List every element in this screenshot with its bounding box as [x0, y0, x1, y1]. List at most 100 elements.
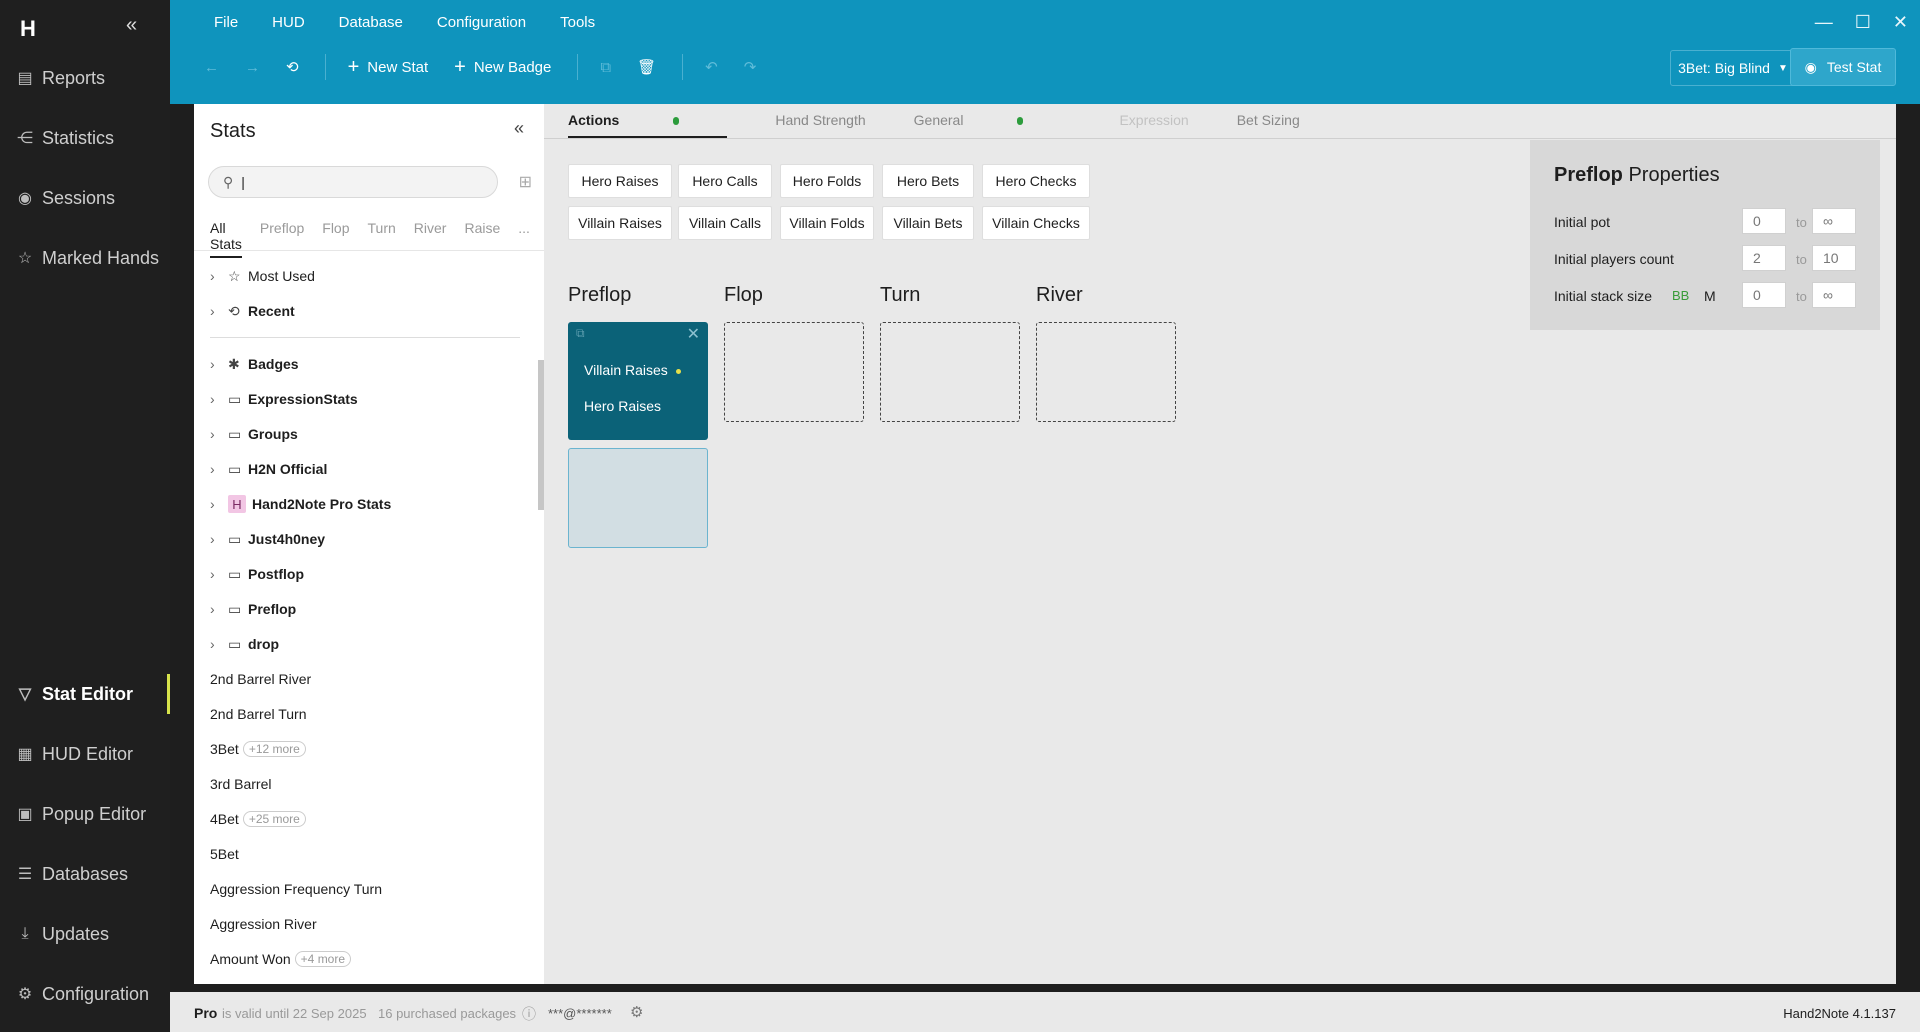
- tree-folder[interactable]: › ▭ Preflop: [210, 592, 296, 626]
- players-count-from-input[interactable]: 2: [1742, 245, 1786, 271]
- tree-folder[interactable]: › ✱ Badges: [210, 347, 299, 381]
- stat-selector-dropdown[interactable]: 3Bet: Big Blind ▼: [1670, 50, 1796, 86]
- maximize-icon[interactable]: ☐: [1855, 12, 1871, 33]
- stat-list-item[interactable]: Amount Won +4 more: [210, 942, 352, 976]
- nav-item-statistics[interactable]: ⋲ Statistics: [0, 118, 170, 158]
- stats-tree: › ☆ Most Used › ⟲ Recent › ✱ Badges › ▭ Expressi…: [194, 250, 544, 984]
- players-count-to-input[interactable]: 10: [1812, 245, 1856, 271]
- collapse-panel-icon[interactable]: «: [514, 118, 524, 139]
- nav-item-databases[interactable]: ☰ Databases: [0, 854, 170, 894]
- nav-item-marked-hands[interactable]: ☆ Marked Hands: [0, 238, 170, 278]
- hero-folds-button[interactable]: Hero Folds: [780, 164, 874, 198]
- villain-calls-button[interactable]: Villain Calls: [678, 206, 772, 240]
- villain-bets-button[interactable]: Villain Bets: [882, 206, 974, 240]
- stat-list-item[interactable]: Aggression River: [210, 907, 317, 941]
- tree-folder[interactable]: › ▭ Postflop: [210, 557, 304, 591]
- menu-tools[interactable]: Tools: [560, 14, 595, 31]
- test-stat-button[interactable]: ◉ Test Stat: [1790, 48, 1896, 86]
- nav-item-popup-editor[interactable]: ▣ Popup Editor: [0, 794, 170, 834]
- nav-item-sessions[interactable]: ◉ Sessions: [0, 178, 170, 218]
- sessions-icon: ◉: [18, 190, 32, 207]
- preflop-action-card[interactable]: ⧉ ✕ Villain Raises Hero Raises: [568, 322, 708, 440]
- stat-list-item[interactable]: Aggression Frequency Turn: [210, 872, 382, 906]
- hero-raises-button[interactable]: Hero Raises: [568, 164, 672, 198]
- hero-checks-button[interactable]: Hero Checks: [982, 164, 1090, 198]
- menu-configuration[interactable]: Configuration: [437, 14, 526, 31]
- stat-list-item[interactable]: 4Bet +25 more: [210, 802, 306, 836]
- stack-size-from-input[interactable]: 0: [1742, 282, 1786, 308]
- tree-folder[interactable]: › ▭ Groups: [210, 417, 298, 451]
- stat-list-item[interactable]: 2nd Barrel Turn: [210, 697, 307, 731]
- top-bar: File HUD Database Configuration Tools — …: [170, 0, 1920, 104]
- collapse-nav-icon[interactable]: «: [126, 14, 137, 37]
- initial-pot-from-input[interactable]: 0: [1742, 208, 1786, 234]
- hero-bets-button[interactable]: Hero Bets: [882, 164, 974, 198]
- tab-expression[interactable]: Expression: [1119, 112, 1188, 138]
- card-action[interactable]: Villain Raises: [584, 362, 681, 378]
- history-icon[interactable]: ⟲: [286, 58, 299, 76]
- initial-pot-to-input[interactable]: ∞: [1812, 208, 1856, 234]
- minimize-icon[interactable]: —: [1815, 12, 1833, 33]
- more-variants-badge[interactable]: +12 more: [242, 741, 306, 757]
- street-label-flop: Flop: [724, 284, 763, 306]
- turn-action-slot[interactable]: [880, 322, 1020, 422]
- forward-icon[interactable]: →: [245, 59, 260, 76]
- modified-dot-icon: [1017, 117, 1024, 126]
- hero-calls-button[interactable]: Hero Calls: [678, 164, 772, 198]
- nav-item-updates[interactable]: ⤓ Updates: [0, 914, 170, 954]
- menu-database[interactable]: Database: [339, 14, 403, 31]
- tab-hand-strength[interactable]: Hand Strength: [775, 112, 865, 138]
- more-variants-badge[interactable]: +25 more: [242, 811, 306, 827]
- tree-item-most-used[interactable]: › ☆ Most Used: [210, 259, 315, 293]
- tab-bet-sizing[interactable]: Bet Sizing: [1237, 112, 1300, 138]
- stat-list-item[interactable]: 5Bet: [210, 837, 239, 871]
- hand2note-pro-icon: H: [228, 495, 246, 513]
- tree-folder[interactable]: › ▭ H2N Official: [210, 452, 327, 486]
- modified-dot-icon: [673, 117, 680, 126]
- delete-icon[interactable]: 🗑: [637, 58, 656, 76]
- unit-bb-toggle[interactable]: BB: [1672, 288, 1689, 303]
- copy-icon[interactable]: ⧉: [576, 326, 585, 341]
- range-separator: to: [1796, 215, 1807, 230]
- stat-list-item[interactable]: 3rd Barrel: [210, 767, 271, 801]
- villain-checks-button[interactable]: Villain Checks: [982, 206, 1090, 240]
- new-stat-button[interactable]: + New Stat: [348, 56, 429, 79]
- more-variants-badge[interactable]: +4 more: [294, 951, 352, 967]
- nav-item-stat-editor[interactable]: ▽ Stat Editor: [0, 674, 170, 714]
- add-folder-icon[interactable]: ⊞: [519, 172, 532, 192]
- stat-list-item[interactable]: 2nd Barrel River: [210, 662, 311, 696]
- info-icon[interactable]: ⓘ: [522, 1004, 536, 1024]
- tree-folder[interactable]: › ▭ ExpressionStats: [210, 382, 358, 416]
- back-icon[interactable]: ←: [204, 59, 219, 76]
- stack-size-to-input[interactable]: ∞: [1812, 282, 1856, 308]
- nav-item-configuration[interactable]: ⚙ Configuration: [0, 974, 170, 1014]
- stat-list-item[interactable]: 3Bet +12 more: [210, 732, 306, 766]
- new-badge-button[interactable]: + New Badge: [454, 56, 551, 79]
- tab-actions[interactable]: Actions: [568, 112, 728, 138]
- redo-icon[interactable]: ↷: [744, 58, 757, 76]
- undo-icon[interactable]: ↶: [705, 58, 718, 76]
- stats-search-input[interactable]: ⚲ |: [208, 166, 498, 198]
- tree-folder[interactable]: › H Hand2Note Pro Stats: [210, 487, 391, 521]
- close-icon[interactable]: ✕: [1893, 12, 1908, 33]
- copy-icon[interactable]: ⧉: [600, 59, 611, 76]
- nav-item-reports[interactable]: ▤ Reports: [0, 58, 170, 98]
- flop-action-slot[interactable]: [724, 322, 864, 422]
- user-account[interactable]: ***@*******: [548, 1006, 612, 1021]
- menu-hud[interactable]: HUD: [272, 14, 305, 31]
- preflop-new-action-slot[interactable]: [568, 448, 708, 548]
- tree-folder[interactable]: › ▭ drop: [210, 627, 279, 661]
- tab-general[interactable]: General: [914, 112, 1072, 138]
- menu-file[interactable]: File: [214, 14, 238, 31]
- gear-icon[interactable]: ⚙: [630, 1003, 643, 1021]
- purchased-packages[interactable]: 16 purchased packages: [378, 1006, 516, 1021]
- nav-item-hud-editor[interactable]: ▦ HUD Editor: [0, 734, 170, 774]
- tree-item-recent[interactable]: › ⟲ Recent: [210, 294, 295, 328]
- villain-folds-button[interactable]: Villain Folds: [780, 206, 874, 240]
- card-action[interactable]: Hero Raises: [584, 398, 661, 414]
- river-action-slot[interactable]: [1036, 322, 1176, 422]
- villain-raises-button[interactable]: Villain Raises: [568, 206, 672, 240]
- tree-folder[interactable]: › ▭ Just4h0ney: [210, 522, 325, 556]
- close-icon[interactable]: ✕: [687, 324, 700, 344]
- unit-m-toggle[interactable]: M: [1704, 288, 1716, 304]
